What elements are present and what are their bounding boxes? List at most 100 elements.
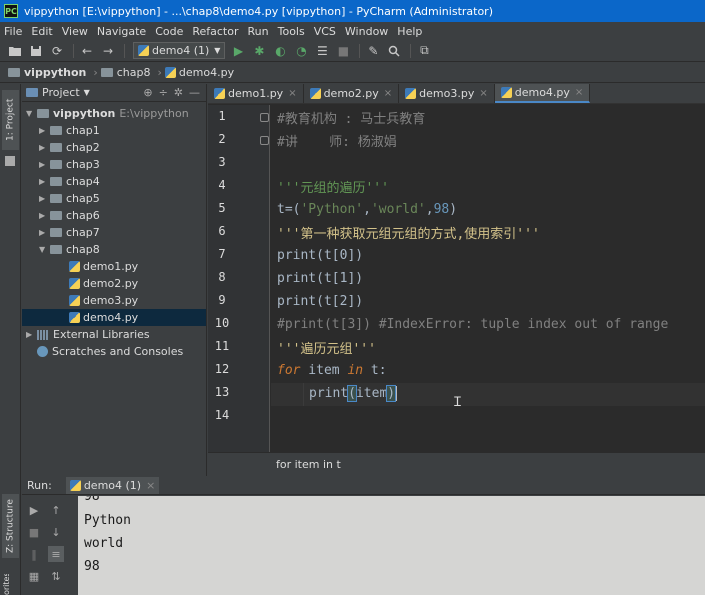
profile-icon[interactable]: ◔ <box>292 42 310 60</box>
tree-item-folder[interactable]: ▶ chap6 <box>22 207 206 224</box>
project-tool-window-tab[interactable]: 1: Project <box>2 90 19 150</box>
tree-item-file[interactable]: demo3.py <box>22 292 206 309</box>
chevron-right-icon[interactable]: ▶ <box>39 194 50 203</box>
close-icon[interactable]: × <box>288 88 296 99</box>
debug-bug-icon[interactable]: ✱ <box>250 42 268 60</box>
favorites-icon[interactable] <box>5 156 15 166</box>
chevron-down-icon: ▼ <box>214 46 221 55</box>
structure-tool-window-tab[interactable]: Z: Structure <box>2 494 19 558</box>
layout-icon[interactable]: ▦ <box>26 568 42 584</box>
toolbar-separator <box>410 43 412 58</box>
rerun-play-icon[interactable]: ▶ <box>26 502 42 518</box>
menu-view[interactable]: View <box>62 25 88 38</box>
console-line: 98 <box>84 496 100 504</box>
close-icon[interactable]: × <box>146 479 155 492</box>
chevron-down-icon[interactable]: ▼ <box>39 245 50 254</box>
tree-item-file[interactable]: demo1.py <box>22 258 206 275</box>
run-console-output[interactable]: 98 Python world 98 <box>78 496 705 595</box>
collapse-all-icon[interactable]: ÷ <box>159 86 168 99</box>
menu-run[interactable]: Run <box>248 25 269 38</box>
back-arrow-icon[interactable]: ← <box>78 42 96 60</box>
menu-refactor[interactable]: Refactor <box>192 25 238 38</box>
tree-item-folder[interactable]: ▶ chap1 <box>22 122 206 139</box>
coverage-icon[interactable]: ◐ <box>271 42 289 60</box>
locate-target-icon[interactable]: ⊕ <box>143 86 152 99</box>
sync-icon[interactable]: ⟳ <box>48 42 66 60</box>
soft-wrap-icon[interactable]: ≡ <box>48 546 64 562</box>
close-icon[interactable]: × <box>479 88 487 99</box>
menu-vcs[interactable]: VCS <box>314 25 336 38</box>
tree-item-scratches[interactable]: Scratches and Consoles <box>22 343 206 360</box>
wrench-settings-icon[interactable]: ✎ <box>364 42 382 60</box>
stop-icon[interactable]: ■ <box>26 524 42 540</box>
save-icon[interactable] <box>27 42 45 60</box>
chevron-right-icon[interactable]: ▶ <box>39 228 50 237</box>
chevron-down-icon[interactable]: ▼ <box>26 109 37 118</box>
menu-code[interactable]: Code <box>155 25 183 38</box>
python-console-icon[interactable]: ⧉ <box>415 42 433 60</box>
run-panel-header: Run: demo4 (1) × <box>22 476 705 495</box>
folder-icon <box>50 194 62 203</box>
line-number: 13 <box>214 385 230 399</box>
hide-panel-icon[interactable]: — <box>189 86 200 99</box>
open-folder-icon[interactable] <box>6 42 24 60</box>
menu-file[interactable]: File <box>4 25 22 38</box>
python-file-icon <box>405 88 417 99</box>
tree-item-folder[interactable]: ▶ chap3 <box>22 156 206 173</box>
menu-tools[interactable]: Tools <box>278 25 305 38</box>
editor-tab-demo4[interactable]: demo4.py × <box>494 84 591 103</box>
gear-icon[interactable]: ✲ <box>174 86 183 99</box>
menu-help[interactable]: Help <box>397 25 422 38</box>
run-tab-demo4[interactable]: demo4 (1) × <box>65 476 160 494</box>
python-file-icon <box>164 67 176 78</box>
breadcrumb-item-file[interactable]: demo4.py <box>164 66 234 79</box>
close-icon[interactable]: × <box>575 87 583 98</box>
breadcrumb-separator: › <box>157 66 162 79</box>
tree-item-folder[interactable]: ▶ chap2 <box>22 139 206 156</box>
editor-tab-demo3[interactable]: demo3.py × <box>399 84 495 103</box>
tree-item-external-libraries[interactable]: ▶ External Libraries <box>22 326 206 343</box>
tree-item-folder[interactable]: ▶ chap4 <box>22 173 206 190</box>
tree-item-root[interactable]: ▼ vippython E:\vippython <box>22 105 206 122</box>
chevron-right-icon[interactable]: ▶ <box>39 177 50 186</box>
close-icon[interactable]: × <box>384 88 392 99</box>
python-file-icon <box>138 45 149 56</box>
concurrency-icon[interactable]: ☰ <box>313 42 331 60</box>
tree-item-folder[interactable]: ▶ chap5 <box>22 190 206 207</box>
editor-context-breadcrumb[interactable]: for item in t <box>208 452 705 476</box>
menu-edit[interactable]: Edit <box>31 25 52 38</box>
forward-arrow-icon[interactable]: → <box>99 42 117 60</box>
tree-item-folder[interactable]: ▶ chap7 <box>22 224 206 241</box>
chevron-right-icon[interactable]: ▶ <box>39 143 50 152</box>
code-text-area[interactable]: #教育机构 : 马士兵教育 #讲 师: 杨淑娟 '''元组的遍历''' t=('… <box>271 105 705 452</box>
stop-icon[interactable]: ■ <box>334 42 352 60</box>
run-configuration-select[interactable]: demo4 (1) ▼ <box>133 42 226 59</box>
breadcrumb-item-project[interactable]: vippython <box>8 66 86 79</box>
tree-item-file-selected[interactable]: demo4.py <box>22 309 206 326</box>
menu-navigate[interactable]: Navigate <box>97 25 146 38</box>
scroll-down-arrow-icon[interactable]: ↓ <box>48 524 64 540</box>
tree-item-folder[interactable]: ▼ chap8 <box>22 241 206 258</box>
chevron-right-icon[interactable]: ▶ <box>26 330 37 339</box>
breadcrumb-item-folder[interactable]: chap8 <box>100 66 151 79</box>
chevron-right-icon[interactable]: ▶ <box>39 126 50 135</box>
chevron-right-icon[interactable]: ▶ <box>39 211 50 220</box>
window-title-bar: PC vippython [E:\vippython] - ...\chap8\… <box>0 0 705 22</box>
favorites-tool-window-tab[interactable]: orites <box>2 574 19 595</box>
python-file-icon <box>69 312 80 323</box>
fold-toggle-icon[interactable] <box>260 136 269 145</box>
fold-toggle-icon[interactable] <box>260 113 269 122</box>
scroll-up-arrow-icon[interactable]: ↑ <box>48 502 64 518</box>
tree-item-file[interactable]: demo2.py <box>22 275 206 292</box>
project-view-select[interactable]: Project ▼ <box>26 86 90 99</box>
editor-tab-demo1[interactable]: demo1.py × <box>208 84 304 103</box>
editor-tab-demo2[interactable]: demo2.py × <box>304 84 400 103</box>
search-icon[interactable] <box>385 42 403 60</box>
run-play-icon[interactable]: ▶ <box>229 42 247 60</box>
chevron-right-icon[interactable]: ▶ <box>39 160 50 169</box>
folder-icon <box>50 143 62 152</box>
menu-window[interactable]: Window <box>345 25 388 38</box>
pause-icon[interactable]: ‖ <box>26 546 42 562</box>
line-number: 6 <box>218 224 226 238</box>
sort-icon[interactable]: ⇅ <box>48 568 64 584</box>
